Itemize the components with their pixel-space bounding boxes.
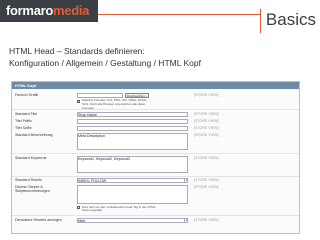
html-head-panel: HTML Kopf Favicon Grafik Durchsuchen... … [11,81,300,234]
scripts-hint: Dies wird vor dem schließenden head-Tag … [82,204,157,213]
label-favicon: Favicon Grafik [15,93,39,97]
prefix-field[interactable] [77,119,188,124]
scope-robots: [STORE VIEW] [194,178,219,182]
divider [12,153,299,154]
header-divider [98,14,260,15]
page-title: Basics [265,10,316,29]
scope-favicon: [STORE VIEW] [194,93,219,97]
logo-part1: formaro [6,3,54,18]
panel-header: HTML Kopf [12,82,299,89]
scope-keywords: [STORE VIEW] [194,156,219,160]
slide-header: formaromedia Basics [0,0,320,36]
logo: formaromedia [0,0,98,22]
label-scripts: Diverse Skripte & Skriptbeschreibungen [15,185,50,193]
robots-value: INDEX, FOLLOW [78,178,107,183]
chevron-down-icon[interactable]: ▾ [184,218,188,223]
keywords-value: Keyword1, Keyword2, Keyword3 [78,156,130,161]
label-title: Standard Titel [15,112,38,116]
scripts-textarea[interactable] [77,185,188,204]
scope-suffix: [STORE VIEW] [194,126,219,130]
demostore-select[interactable] [77,218,188,223]
scope-scripts: [STORE VIEW] [194,185,219,189]
scope-title: [STORE VIEW] [194,112,219,116]
label-keywords: Standard Keywords [15,156,47,160]
scope-description: [STORE VIEW] [194,133,219,137]
delete-favicon-checkbox[interactable] [77,99,80,103]
logo-part2: media [53,3,90,18]
label-description: Standard Beschreibung [15,133,53,137]
scope-prefix: [STORE VIEW] [194,119,219,123]
label-prefix: Titel Präfix [15,119,32,123]
divider [12,109,299,110]
divider [12,176,299,177]
label-demostore: Demostore Hinweis anzeigen [15,218,62,222]
suffix-field[interactable] [77,126,188,131]
description-value: Meta Description [78,133,105,138]
label-robots: Standard Robots [15,178,42,182]
divider [12,215,299,216]
label-suffix: Titel Suffix [15,126,32,130]
scripts-checkbox[interactable] [77,206,80,209]
chevron-down-icon[interactable]: ▾ [184,178,188,183]
favicon-file-field[interactable] [77,93,123,98]
scope-demostore: [STORE VIEW] [194,218,219,222]
subtitle-line1: HTML Head – Standards definieren: [9,46,145,56]
title-value: Shop Name [78,112,97,117]
demostore-value: Nein [78,218,86,223]
title-box: Basics [260,9,320,33]
subtitle-line2: Konfiguration / Allgemein / Gestaltung /… [9,58,201,68]
